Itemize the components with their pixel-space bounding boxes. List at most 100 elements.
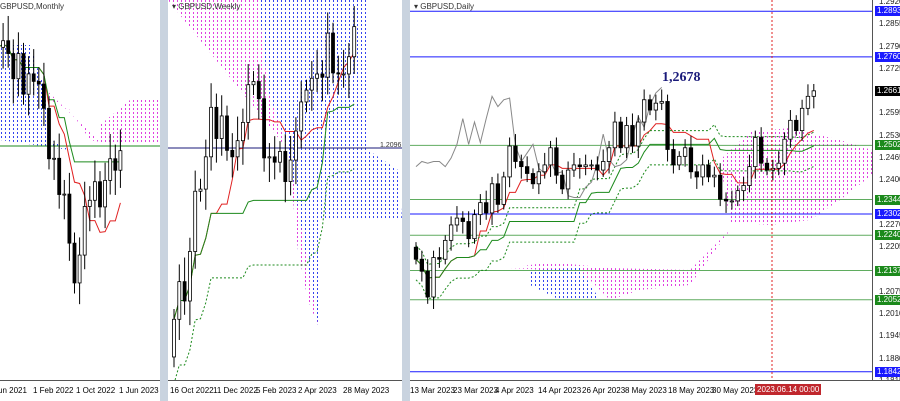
candle-body [735, 190, 740, 202]
price-tick: 1.2465 [879, 153, 900, 163]
candle-body [36, 80, 41, 85]
candle-body [612, 121, 618, 149]
candle-body [325, 32, 330, 78]
candle-body [565, 169, 571, 190]
candle-body [712, 174, 717, 178]
candle-body [799, 107, 805, 132]
chart-title-text: GBPUSD,Weekly [178, 2, 241, 11]
candle-body [283, 151, 288, 182]
daily-plot [410, 0, 872, 381]
candle-body [448, 224, 454, 241]
candle-body [589, 164, 594, 167]
candle-body [472, 214, 477, 240]
candle-body [525, 166, 530, 174]
candle-body [272, 156, 277, 163]
candle-body [706, 164, 711, 178]
date-label: Jun 2021 [0, 386, 27, 395]
candle-body [431, 257, 436, 298]
candle-body [460, 217, 465, 222]
candle-body [747, 166, 752, 186]
daily-chart[interactable]: ▾ GBPUSD,Daily 1,2678 1.2920 1.2855 1.2790… [410, 0, 900, 401]
candle-body [225, 115, 229, 151]
candle-body [688, 147, 694, 173]
candle-body [753, 137, 758, 168]
candle-body [782, 138, 787, 164]
candle-body [554, 147, 559, 176]
candle-body [718, 174, 723, 200]
candle-body [346, 56, 351, 75]
candle-body [425, 270, 430, 298]
candle-body [647, 99, 653, 111]
candle-body [484, 202, 489, 214]
candle-body [219, 115, 224, 139]
candle-body [203, 156, 208, 190]
candle-body [571, 164, 577, 171]
date-label: 26 Apr 2023 [582, 386, 626, 395]
weekly-chart[interactable]: ▾ GBPUSD,Weekly 1.2096 16 Oct 2022 11 De… [168, 0, 402, 401]
price-annotation: 1,2678 [662, 70, 701, 85]
date-label: 16 Oct 2022 [170, 386, 214, 395]
candle-body [723, 198, 729, 202]
candle-body [630, 125, 635, 147]
candle-body [209, 106, 213, 158]
candle-body [82, 206, 87, 256]
candle-body [1, 40, 5, 48]
candle-body [309, 77, 314, 91]
candle-body [299, 101, 304, 132]
candle-body [288, 159, 293, 182]
candle-body [315, 73, 320, 79]
candle-body [519, 161, 524, 168]
date-label: 2 Apr 2023 [298, 386, 337, 395]
chart-title: ▾ GBPUSD,Daily [414, 2, 475, 11]
candle-body [52, 157, 56, 160]
candle-body [26, 73, 31, 95]
candle-body [352, 26, 357, 58]
candle-body [182, 281, 187, 302]
candle-body [214, 106, 219, 139]
candle-body [776, 162, 781, 169]
chart-title-text: GBPUSD,Daily [420, 2, 475, 11]
price-tick: 1.2205 [879, 242, 900, 252]
level-price-tag: 1.2502 [875, 140, 900, 151]
candle-body [320, 73, 325, 78]
candle-body [187, 251, 192, 302]
date-label: 11 Dec 2022 [213, 386, 258, 395]
candle-body [729, 200, 735, 203]
candle-body [501, 176, 506, 205]
price-tick: 1.2855 [879, 19, 900, 29]
candle-body [677, 155, 682, 166]
candle-body [601, 161, 606, 171]
candle-body [454, 217, 460, 226]
candle-body [489, 183, 495, 214]
candle-body [507, 145, 512, 178]
price-axis: 1.2920 1.2855 1.2790 1.2725 1.2595 1.2530 1.24… [872, 0, 900, 385]
candle-body [624, 125, 629, 149]
date-label: 28 May 2023 [343, 386, 390, 395]
date-label: 8 May 2023 [625, 386, 667, 395]
candle-body [653, 102, 659, 111]
level-price-tag: 1.2760 [875, 51, 900, 62]
candle-body [694, 171, 699, 178]
price-tick: 1.1880 [879, 353, 900, 363]
candle-body [67, 193, 72, 244]
candle-body [536, 171, 541, 185]
candle-body [583, 164, 588, 168]
candle-body [530, 173, 536, 185]
monthly-chart[interactable]: GBPUSD,Monthly Jun 2021 1 Feb 2022 1 Oct… [0, 0, 160, 401]
candle-body [437, 257, 442, 260]
date-label: 30 May 2023 [712, 386, 759, 395]
candle-body [577, 164, 582, 168]
candle-body [47, 107, 51, 160]
candle-body [659, 101, 664, 104]
candle-body [331, 32, 335, 74]
candle-body [606, 147, 612, 162]
candle-body [443, 239, 448, 260]
candle-body [262, 98, 266, 159]
candle-body [267, 156, 272, 159]
candle-body [21, 53, 26, 95]
date-label: 13 Mar 2023 [410, 386, 455, 395]
price-tick: 1.2595 [879, 108, 900, 118]
level-price-tag: 1.2240 [875, 230, 900, 241]
price-tick: 1.2400 [879, 175, 900, 185]
weekly-plot [168, 0, 402, 381]
